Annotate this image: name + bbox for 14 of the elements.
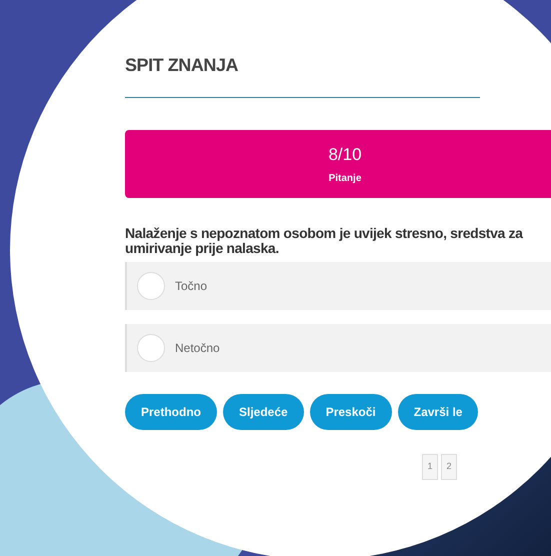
- page-number[interactable]: 2: [441, 454, 457, 480]
- nav-button[interactable]: Preskoči: [310, 394, 392, 430]
- answer-option[interactable]: Netočno: [125, 324, 551, 372]
- page-title: SPIT ZNANJA: [125, 54, 240, 77]
- nav-button[interactable]: Završi le: [398, 394, 478, 430]
- nav-button[interactable]: Sljedeće: [223, 394, 304, 430]
- question-text: Nalaženje s nepoznatom osobom je uvijek stresno, sredstva za umirivanje prije nalaska.: [125, 226, 524, 256]
- nav-button[interactable]: Prethodno: [125, 394, 217, 430]
- radio-button[interactable]: [137, 334, 165, 362]
- question-counter: 8/10: [328, 144, 362, 166]
- answer-option[interactable]: Točno: [125, 262, 551, 310]
- page-number[interactable]: 1: [422, 454, 438, 480]
- radio-button[interactable]: [137, 272, 165, 300]
- counter-label: Pitanje: [328, 172, 362, 186]
